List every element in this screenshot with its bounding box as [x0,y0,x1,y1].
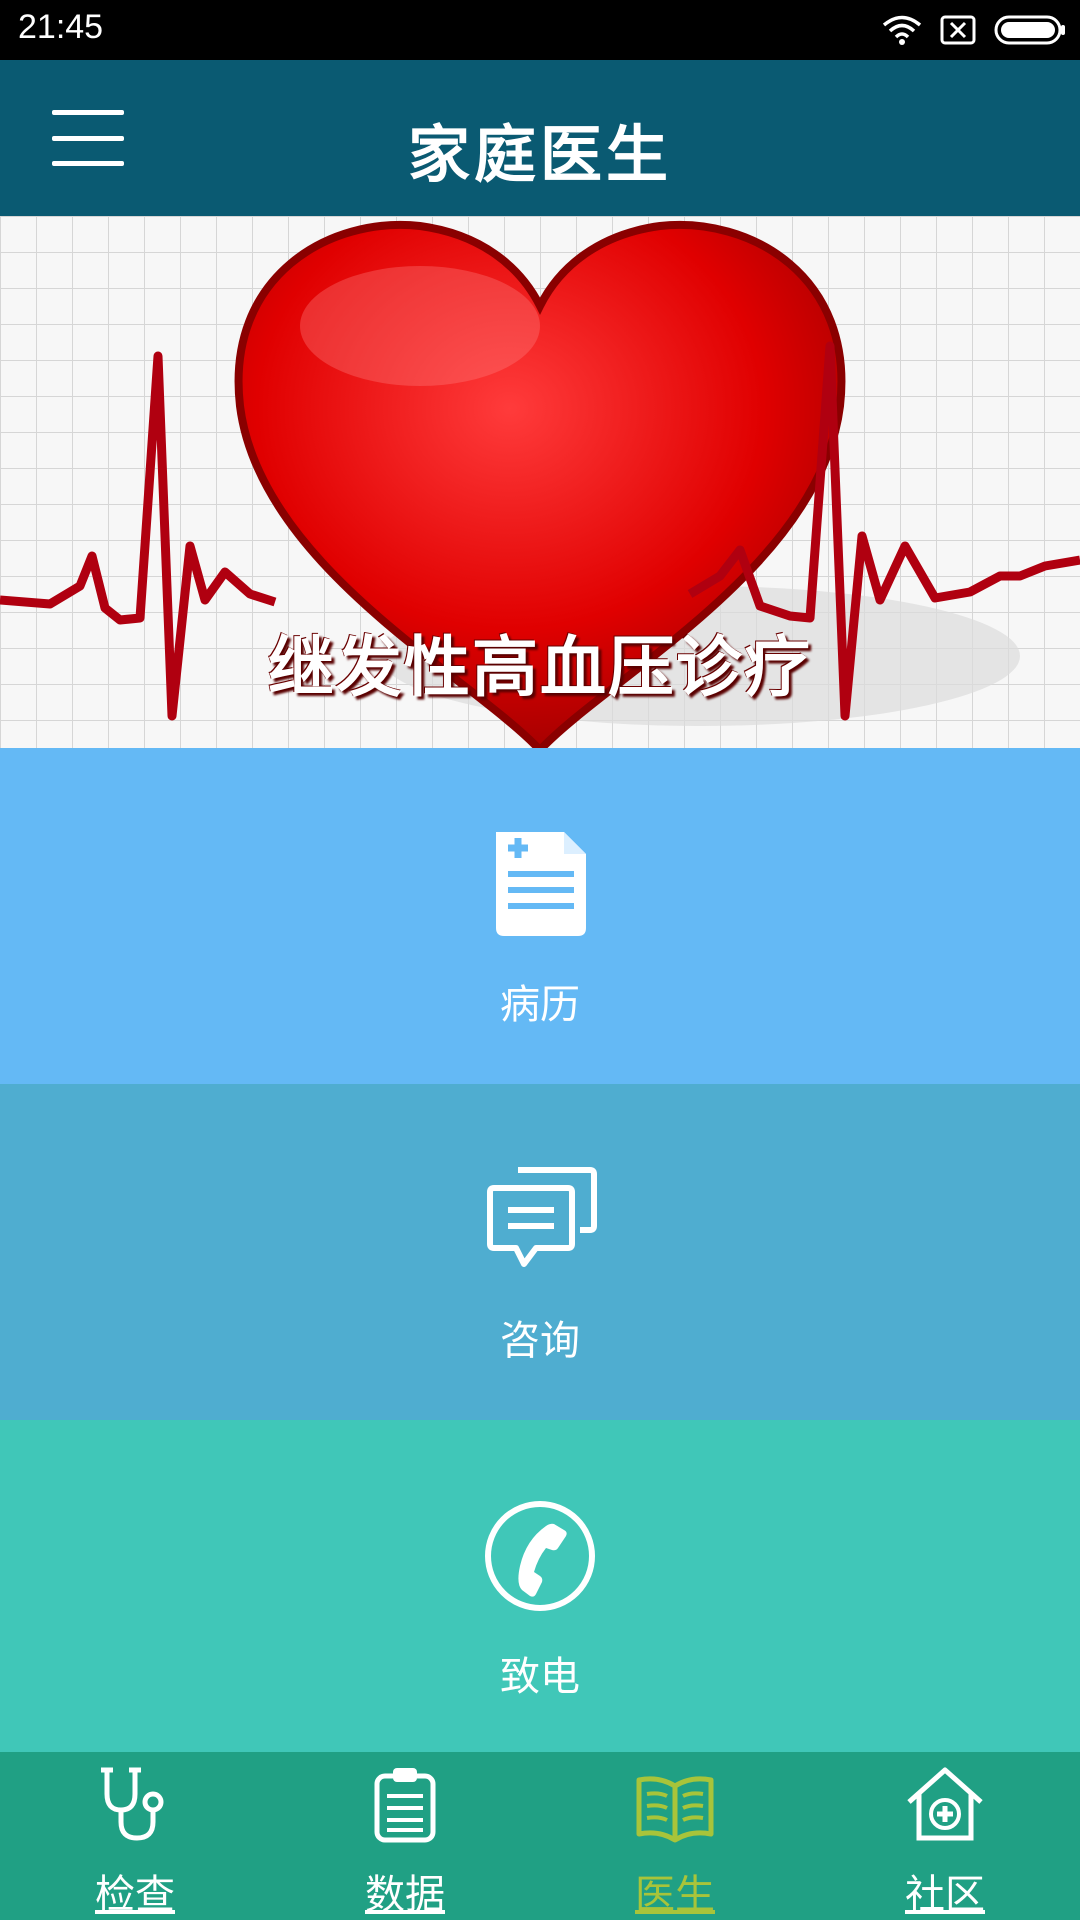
tab-label: 社区 [905,1872,985,1918]
tab-label: 数据 [365,1872,445,1918]
call-tile[interactable]: 致电 [0,1420,1080,1756]
consult-label: 咨询 [500,1318,580,1364]
tab-doctor[interactable]: 医生 [540,1752,810,1920]
wifi-icon [882,15,922,45]
medical-record-label: 病历 [500,982,580,1028]
status-time: 21:45 [18,8,104,46]
tab-community[interactable]: 社区 [810,1752,1080,1920]
battery-icon [994,15,1065,45]
medical-record-icon [496,832,586,936]
tab-label: 医生 [635,1872,715,1918]
status-icons [882,12,1066,48]
chat-bubbles-icon [487,1167,597,1267]
tab-data[interactable]: 数据 [270,1752,540,1920]
phone-icon [485,1501,595,1611]
consult-tile[interactable]: 咨询 [0,1084,1080,1420]
call-label: 致电 [500,1654,580,1700]
hospital-home-icon [907,1767,983,1841]
clipboard-icon [374,1768,436,1843]
app-bar: 家庭医生 [0,60,1080,216]
page-title: 家庭医生 [407,118,672,191]
tab-label: 检查 [95,1872,175,1918]
status-bar: 21:45 [0,0,1080,60]
tab-check[interactable]: 检查 [0,1752,270,1920]
bottom-tab-bar: 检查 数据 医生 社区 [0,1752,1080,1920]
no-sim-icon [940,15,976,45]
stethoscope-icon [101,1767,164,1841]
open-book-icon [636,1776,714,1843]
promo-banner[interactable]: 继发性高血压诊疗 [0,216,1080,748]
medical-record-tile[interactable]: 病历 [0,748,1080,1084]
banner-caption: 继发性高血压诊疗 [268,629,812,706]
